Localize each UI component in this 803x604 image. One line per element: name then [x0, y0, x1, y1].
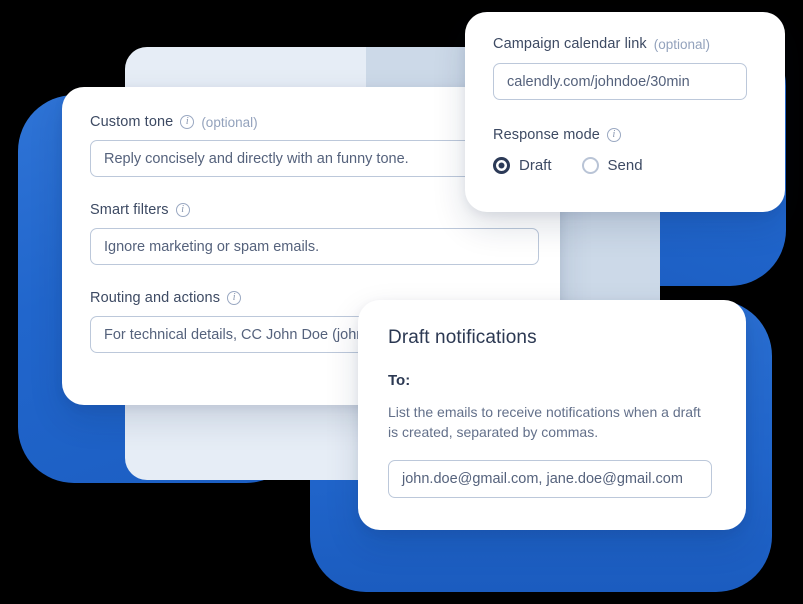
info-circle-icon[interactable]: i — [227, 291, 242, 305]
info-circle-icon[interactable]: i — [606, 128, 621, 142]
campaign-calendar-card: Campaign calendar link (optional) calend… — [465, 12, 785, 212]
notification-emails-input[interactable]: john.doe@gmail.com, jane.doe@gmail.com — [388, 460, 712, 498]
smart-filters-input[interactable]: Ignore marketing or spam emails. — [90, 228, 539, 265]
custom-tone-optional-tag: (optional) — [201, 114, 258, 130]
radio-option-send[interactable]: Send — [581, 157, 643, 174]
info-circle-icon[interactable]: i — [180, 115, 195, 129]
notifications-description: List the emails to receive notifications… — [388, 404, 701, 440]
calendar-link-input[interactable]: calendly.com/johndoe/30min — [493, 63, 747, 100]
response-mode-label-row: Response mode i — [493, 127, 757, 143]
draft-notifications-card: Draft notifications To: List the emails … — [358, 300, 746, 530]
smart-filters-label: Smart filters — [90, 202, 169, 218]
custom-tone-label: Custom tone — [90, 114, 174, 130]
calendar-link-optional-tag: (optional) — [653, 36, 711, 52]
response-mode-radio-group: Draft Send — [493, 157, 757, 174]
radio-option-draft[interactable]: Draft — [493, 157, 552, 174]
radio-label-send: Send — [607, 157, 643, 174]
radio-dot-send[interactable] — [581, 157, 599, 174]
routing-actions-label: Routing and actions — [90, 290, 221, 306]
smart-filters-group: Smart filters i Ignore marketing or spam… — [90, 202, 539, 265]
draft-notifications-title: Draft notifications — [388, 327, 537, 348]
calendar-link-label-row: Campaign calendar link (optional) — [493, 36, 757, 52]
smart-filters-label-row: Smart filters i — [90, 202, 532, 218]
response-mode-label: Response mode — [493, 127, 600, 143]
radio-label-draft: Draft — [519, 157, 552, 174]
radio-dot-draft[interactable] — [493, 157, 510, 174]
notifications-to-label: To: — [388, 372, 411, 389]
screenshot-stage: Custom tone i (optional) Reply concisely… — [0, 0, 803, 604]
calendar-link-label: Campaign calendar link — [493, 36, 647, 52]
info-circle-icon[interactable]: i — [175, 203, 190, 217]
